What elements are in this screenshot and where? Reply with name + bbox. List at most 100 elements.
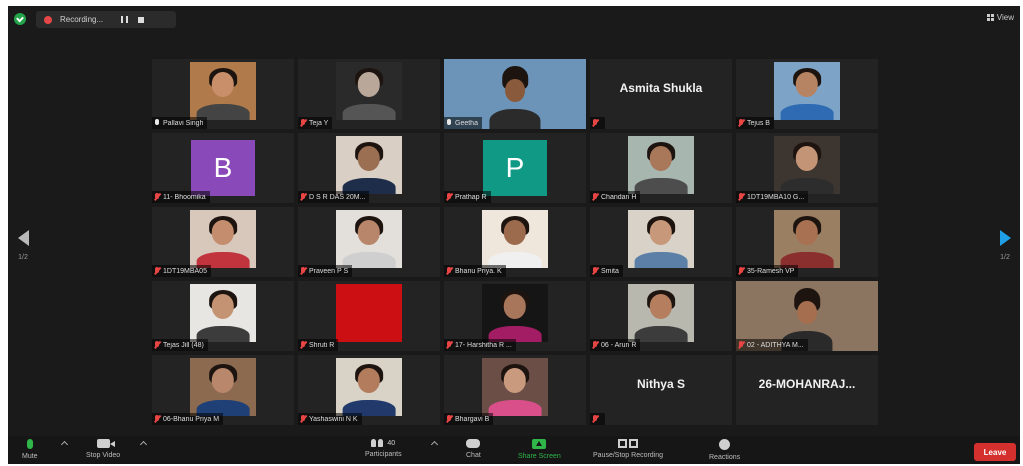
view-button[interactable]: View bbox=[986, 13, 1014, 22]
recording-label: Recording... bbox=[60, 15, 104, 24]
participant-tile[interactable]: Geetha bbox=[444, 59, 586, 129]
participant-video bbox=[336, 358, 402, 416]
participant-tile[interactable]: 1DT19MBA05 bbox=[152, 207, 294, 277]
meeting-toolbar: Mute Stop Video 40 Participants Chat Sha… bbox=[8, 436, 1020, 464]
participant-name-label: 1DT19MBA10 G... bbox=[736, 191, 809, 203]
participant-avatar: P bbox=[483, 140, 547, 196]
muted-mic-icon bbox=[592, 119, 598, 127]
participant-tile[interactable]: B 11- Bhoomika bbox=[152, 133, 294, 203]
participant-tile[interactable]: 1DT19MBA10 G... bbox=[736, 133, 878, 203]
participant-video bbox=[482, 358, 548, 416]
participant-face bbox=[211, 294, 235, 319]
participant-video bbox=[482, 210, 548, 268]
participant-tile[interactable]: Asmita Shukla bbox=[590, 59, 732, 129]
participant-tile[interactable]: 35-Ramesh VP bbox=[736, 207, 878, 277]
participants-button[interactable]: 40 Participants bbox=[365, 439, 402, 458]
participant-body bbox=[634, 177, 688, 194]
participant-video bbox=[190, 284, 256, 342]
top-bar: Recording... View bbox=[8, 6, 1020, 32]
pause-recording-icon[interactable] bbox=[121, 16, 129, 23]
mute-label: Mute bbox=[22, 453, 38, 460]
participant-name: 11- Bhoomika bbox=[163, 193, 206, 201]
audio-options-chevron-icon[interactable] bbox=[60, 440, 69, 449]
participant-tile[interactable]: 06 - Arun R bbox=[590, 281, 732, 351]
participant-tile[interactable]: 26-MOHANRAJ... bbox=[736, 355, 878, 425]
muted-mic-icon bbox=[154, 193, 160, 201]
participant-display-name: Asmita Shukla bbox=[619, 81, 703, 95]
participants-icon bbox=[371, 439, 384, 447]
participant-face bbox=[357, 146, 381, 171]
participant-body bbox=[342, 103, 396, 120]
participant-tile[interactable]: Tejas Jill (48) bbox=[152, 281, 294, 351]
next-page-button[interactable]: 1/2 bbox=[994, 228, 1016, 274]
participant-name-label: Teja Y bbox=[298, 117, 333, 129]
participant-face bbox=[649, 294, 673, 319]
participant-name-label: Praveen P S bbox=[298, 265, 353, 277]
participant-tile[interactable]: Tejus B bbox=[736, 59, 878, 129]
participant-tile[interactable]: 06-Bhanu Priya M bbox=[152, 355, 294, 425]
stop-video-button[interactable]: Stop Video bbox=[86, 439, 120, 459]
participant-tile[interactable]: Nithya S bbox=[590, 355, 732, 425]
participant-tile[interactable]: Pallavi Singh bbox=[152, 59, 294, 129]
stop-recording-icon[interactable] bbox=[138, 16, 145, 23]
participant-name-label bbox=[590, 413, 605, 425]
participant-face bbox=[357, 72, 381, 97]
participants-options-chevron-icon[interactable] bbox=[430, 440, 439, 449]
participant-name-label: Shruti R bbox=[298, 339, 339, 351]
chat-button[interactable]: Chat bbox=[466, 439, 481, 459]
muted-mic-icon bbox=[446, 193, 452, 201]
leave-button[interactable]: Leave bbox=[974, 443, 1016, 461]
muted-mic-icon bbox=[154, 341, 160, 349]
page-indicator-left: 1/2 bbox=[18, 254, 28, 261]
participant-name-label: 35-Ramesh VP bbox=[736, 265, 799, 277]
participant-name: Teja Y bbox=[309, 119, 329, 127]
participant-name: Shruti R bbox=[309, 341, 335, 349]
muted-mic-icon bbox=[446, 415, 452, 423]
participant-tile[interactable]: Bhargavi B bbox=[444, 355, 586, 425]
muted-mic-icon bbox=[738, 119, 744, 127]
participant-tile[interactable]: Chandan H bbox=[590, 133, 732, 203]
participant-name: Geetha bbox=[455, 119, 478, 127]
participant-video bbox=[336, 62, 402, 120]
participant-name-label: Tejus B bbox=[736, 117, 774, 129]
participant-video bbox=[774, 136, 840, 194]
participant-name: Smita bbox=[601, 267, 619, 275]
encryption-shield-icon[interactable] bbox=[14, 13, 26, 25]
participant-name: 35-Ramesh VP bbox=[747, 267, 795, 275]
participant-body bbox=[634, 251, 688, 268]
participant-tile[interactable]: Teja Y bbox=[298, 59, 440, 129]
participant-tile[interactable]: Praveen P S bbox=[298, 207, 440, 277]
reactions-label: Reactions bbox=[709, 454, 741, 461]
participant-tile[interactable]: Shruti R bbox=[298, 281, 440, 351]
muted-mic-icon bbox=[592, 267, 598, 275]
muted-mic-icon bbox=[446, 341, 452, 349]
participant-tile[interactable]: P Prathap R bbox=[444, 133, 586, 203]
participant-body bbox=[488, 399, 542, 416]
share-screen-button[interactable]: Share Screen bbox=[518, 439, 561, 460]
participant-name: Bhargavi B bbox=[455, 415, 490, 423]
participant-video bbox=[336, 284, 402, 342]
participant-tile[interactable]: Smita bbox=[590, 207, 732, 277]
mute-button[interactable]: Mute bbox=[22, 439, 38, 460]
participant-name: Chandan H bbox=[601, 193, 637, 201]
participant-tile[interactable]: Yashaswini N K bbox=[298, 355, 440, 425]
grid-view-icon bbox=[986, 14, 994, 21]
participant-name-label: 11- Bhoomika bbox=[152, 191, 210, 203]
reactions-button[interactable]: Reactions bbox=[709, 439, 740, 461]
previous-page-button[interactable]: 1/2 bbox=[12, 228, 34, 274]
participant-name-label: Bhargavi B bbox=[444, 413, 494, 425]
participant-tile[interactable]: 02 - ADITHYA M... bbox=[736, 281, 878, 351]
participant-tile[interactable]: D S R DAS 20M... bbox=[298, 133, 440, 203]
participant-name-label: 06 - Arun R bbox=[590, 339, 641, 351]
arrow-left-icon bbox=[17, 230, 29, 246]
video-options-chevron-icon[interactable] bbox=[139, 440, 148, 449]
participant-name: 06-Bhanu Priya M bbox=[163, 415, 220, 423]
participant-video bbox=[336, 136, 402, 194]
zoom-meeting-window: Recording... View 1/2 1/2 Pallavi Singh T… bbox=[8, 6, 1020, 464]
participant-tile[interactable]: Bhanu Priya. K bbox=[444, 207, 586, 277]
participant-video bbox=[774, 210, 840, 268]
participant-tile[interactable]: 17- Harshitha R ... bbox=[444, 281, 586, 351]
pause-stop-recording-button[interactable]: Pause/Stop Recording bbox=[593, 439, 663, 459]
chat-label: Chat bbox=[466, 452, 481, 459]
participant-face bbox=[211, 368, 235, 393]
